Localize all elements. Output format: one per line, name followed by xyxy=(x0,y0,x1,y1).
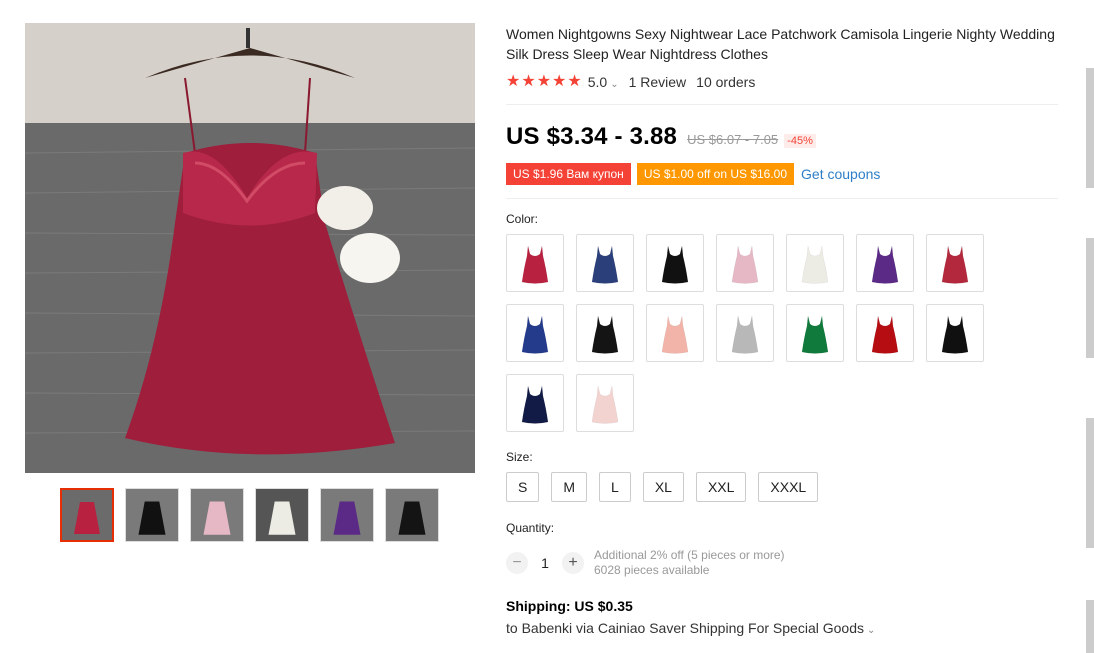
color-swatch[interactable] xyxy=(786,234,844,292)
color-swatch[interactable] xyxy=(926,304,984,362)
shipping-price: Shipping: US $0.35 xyxy=(506,598,633,614)
color-swatch[interactable] xyxy=(506,304,564,362)
shipping-detail: to Babenki via Cainiao Saver Shipping Fo… xyxy=(506,620,864,636)
side-thumbnail[interactable] xyxy=(1086,418,1094,548)
color-swatch[interactable] xyxy=(506,234,564,292)
chevron-down-icon: ⌄ xyxy=(866,625,876,636)
color-swatch[interactable] xyxy=(786,304,844,362)
star-icon: ★ xyxy=(552,73,567,90)
color-swatch[interactable] xyxy=(716,304,774,362)
star-icon: ★ xyxy=(506,73,521,90)
color-swatch[interactable] xyxy=(576,234,634,292)
size-option-m[interactable]: M xyxy=(551,472,588,502)
size-option-l[interactable]: L xyxy=(599,472,631,502)
color-swatch[interactable] xyxy=(576,304,634,362)
star-icon: ★ xyxy=(567,73,582,90)
color-swatch[interactable] xyxy=(646,304,704,362)
product-info: Women Nightgowns Sexy Nightwear Lace Pat… xyxy=(506,24,1058,636)
reviews-link[interactable]: 1 Review xyxy=(629,74,687,90)
main-product-image[interactable] xyxy=(25,23,475,473)
quantity-info: Additional 2% off (5 pieces or more) 602… xyxy=(594,548,785,578)
color-swatches xyxy=(506,234,1058,432)
size-options: S M L XL XXL XXXL xyxy=(506,472,1058,502)
thumbnail[interactable] xyxy=(320,488,374,542)
discount-badge: -45% xyxy=(784,134,816,148)
decrease-quantity-button[interactable]: − xyxy=(506,552,528,574)
size-option-xl[interactable]: XL xyxy=(642,472,684,502)
quantity-stepper: − 1 + Additional 2% off (5 pieces or mor… xyxy=(506,548,1058,578)
orders-count: 10 orders xyxy=(696,74,756,90)
coupon-row: US $1.96 Вам купон US $1.00 off on US $1… xyxy=(506,163,1058,185)
price-row: US $3.34 - 3.88 US $6.07 - 7.05 -45% xyxy=(506,123,1058,151)
side-thumbnail[interactable] xyxy=(1086,238,1094,358)
get-coupons-link[interactable]: Get coupons xyxy=(801,166,880,182)
size-option-s[interactable]: S xyxy=(506,472,540,502)
current-price: US $3.34 - 3.88 xyxy=(506,123,678,150)
color-label: Color: xyxy=(506,212,539,226)
thumbnail[interactable] xyxy=(125,488,179,542)
chevron-down-icon: ⌄ xyxy=(610,79,619,90)
divider xyxy=(506,104,1058,105)
stock-available-text: 6028 pieces available xyxy=(594,563,710,577)
rating-dropdown[interactable]: 5.0 ⌄ xyxy=(588,74,619,90)
side-thumbnail[interactable] xyxy=(1086,600,1094,653)
size-option-xxxl[interactable]: XXXL xyxy=(758,472,819,502)
thumbnail-strip xyxy=(60,488,439,542)
thumbnail[interactable] xyxy=(60,488,114,542)
thumbnail[interactable] xyxy=(385,488,439,542)
quantity-label: Quantity: xyxy=(506,521,555,535)
thumbnail[interactable] xyxy=(255,488,309,542)
product-title: Women Nightgowns Sexy Nightwear Lace Pat… xyxy=(506,26,1055,62)
select-coupon[interactable]: US $1.00 off on US $16.00 xyxy=(636,163,795,185)
star-icon: ★ xyxy=(521,73,536,90)
color-swatch[interactable] xyxy=(716,234,774,292)
bulk-discount-text: Additional 2% off (5 pieces or more) xyxy=(594,548,785,562)
color-swatch[interactable] xyxy=(856,304,914,362)
star-icon: ★ xyxy=(536,73,552,90)
side-thumbnail[interactable] xyxy=(1086,68,1094,188)
color-swatch[interactable] xyxy=(926,234,984,292)
star-rating: ★ ★ ★ ★ ★ xyxy=(506,74,582,90)
color-swatch[interactable] xyxy=(856,234,914,292)
store-coupon[interactable]: US $1.96 Вам купон xyxy=(506,163,631,185)
color-swatch[interactable] xyxy=(646,234,704,292)
size-option-xxl[interactable]: XXL xyxy=(695,472,747,502)
color-swatch[interactable] xyxy=(506,374,564,432)
shipping-method[interactable]: to Babenki via Cainiao Saver Shipping Fo… xyxy=(506,620,1058,636)
size-label: Size: xyxy=(506,450,533,464)
original-price: US $6.07 - 7.05 xyxy=(687,132,779,147)
increase-quantity-button[interactable]: + xyxy=(562,552,584,574)
rating-value: 5.0 xyxy=(587,74,608,90)
color-swatch[interactable] xyxy=(576,374,634,432)
quantity-input[interactable]: 1 xyxy=(528,555,562,571)
rating-row: ★ ★ ★ ★ ★ 5.0 ⌄ 1 Review 10 orders xyxy=(506,73,1058,91)
divider xyxy=(506,198,1058,199)
thumbnail[interactable] xyxy=(190,488,244,542)
